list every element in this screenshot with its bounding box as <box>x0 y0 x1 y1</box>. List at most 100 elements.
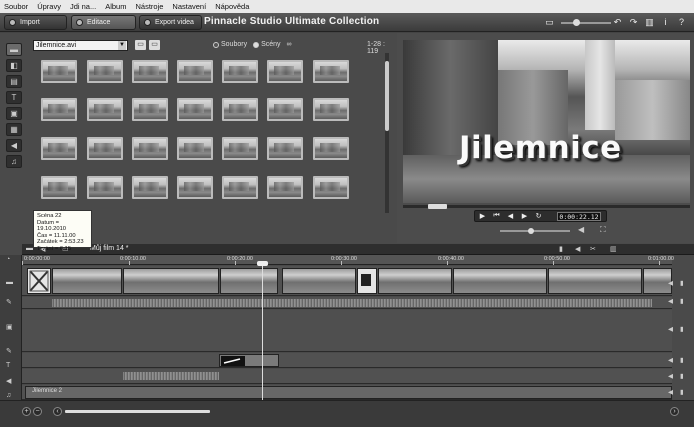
film-icon[interactable]: ▬ <box>26 245 33 252</box>
scene-thumbnail[interactable] <box>267 60 303 83</box>
open-folder-icon[interactable]: ▭ <box>135 40 146 50</box>
top-zoom-slider[interactable] <box>561 22 611 24</box>
music-icon[interactable]: ♫ <box>6 392 11 399</box>
scene-thumbnail[interactable] <box>132 137 168 160</box>
scroll-left-icon[interactable]: ‹ <box>53 407 62 416</box>
radio-soubory[interactable]: Soubory <box>213 41 247 48</box>
lock-icon[interactable]: ▬ <box>6 279 13 286</box>
video-clip[interactable] <box>453 268 547 294</box>
play-icon[interactable]: ▶ <box>478 212 487 220</box>
edit-icon[interactable]: ✎ <box>6 298 12 306</box>
tab-editace[interactable]: Editace <box>71 15 136 30</box>
volume-slider[interactable] <box>500 230 570 232</box>
scene-thumbnail[interactable] <box>267 176 303 199</box>
video-clip[interactable] <box>52 268 122 294</box>
undo-icon[interactable]: ↶ <box>612 17 623 28</box>
title-clip[interactable] <box>219 354 279 367</box>
timeline-scrollbar[interactable] <box>65 410 210 413</box>
scene-thumbnail[interactable] <box>313 137 349 160</box>
fullscreen-icon[interactable]: ⛶ <box>600 225 606 235</box>
scene-thumbnail[interactable] <box>222 176 258 199</box>
pen-icon[interactable]: ✎ <box>6 347 12 355</box>
library-scrollbar-thumb[interactable] <box>385 61 389 131</box>
scene-thumbnail[interactable] <box>313 176 349 199</box>
playhead-handle[interactable] <box>257 261 268 266</box>
loop-icon[interactable]: ↻ <box>534 212 543 220</box>
video-clip[interactable] <box>123 268 219 294</box>
menu-nastaveni[interactable]: Nastavení <box>172 2 206 11</box>
music-clip[interactable] <box>25 386 672 399</box>
scene-thumbnail[interactable] <box>87 176 123 199</box>
video-track[interactable] <box>22 266 672 296</box>
lock-icon[interactable]: ▮ <box>680 297 684 305</box>
speaker-icon[interactable]: ◀ <box>668 388 673 396</box>
scene-thumbnail[interactable] <box>132 176 168 199</box>
scene-thumbnail[interactable] <box>222 60 258 83</box>
zoom-in-icon[interactable]: + <box>22 407 31 416</box>
video-tool-icon[interactable]: ▬ <box>6 43 22 56</box>
tab-import[interactable]: Import <box>4 15 67 30</box>
trash-icon[interactable]: ▥ <box>610 245 617 253</box>
scene-thumbnail[interactable] <box>41 98 77 121</box>
scene-thumbnail[interactable] <box>132 60 168 83</box>
menu-tool-icon[interactable]: ▤ <box>6 75 22 88</box>
speaker-icon[interactable]: ◀ <box>6 377 11 385</box>
scene-thumbnail[interactable] <box>177 137 213 160</box>
transition-tool-icon[interactable]: ◧ <box>6 59 22 72</box>
scene-thumbnail[interactable] <box>267 98 303 121</box>
lock-icon[interactable]: ▮ <box>680 372 684 380</box>
scene-thumbnail[interactable] <box>132 98 168 121</box>
monitor-icon[interactable]: ▭ <box>544 17 555 28</box>
menu-jdi-na[interactable]: Jdi na... <box>70 2 96 11</box>
lock-icon[interactable]: ▮ <box>680 356 684 364</box>
scene-thumbnail[interactable] <box>87 98 123 121</box>
redo-icon[interactable]: ↷ <box>628 17 639 28</box>
skip-back-icon[interactable]: ⏮ <box>492 212 501 220</box>
timecode-display[interactable]: 0:00:22.12 <box>557 212 601 221</box>
lock-icon[interactable]: ▮ <box>680 279 684 287</box>
speaker-icon[interactable]: ◀ <box>668 279 673 287</box>
scene-thumbnail[interactable] <box>222 137 258 160</box>
scene-thumbnail[interactable] <box>267 137 303 160</box>
radio-sceny[interactable]: Scény <box>253 41 281 48</box>
speaker-icon[interactable]: ◀ <box>668 325 673 333</box>
folder-icon[interactable]: ▭ <box>149 40 160 50</box>
gear-icon[interactable]: ? <box>676 17 687 28</box>
lock-icon[interactable]: ▮ <box>680 325 684 333</box>
speaker-icon[interactable]: ◀ <box>668 372 673 380</box>
scene-thumbnail[interactable] <box>177 176 213 199</box>
menu-album[interactable]: Album <box>105 2 126 11</box>
music-track[interactable] <box>22 385 672 400</box>
playhead[interactable] <box>262 262 263 402</box>
lock-icon[interactable]: ▮ <box>680 388 684 396</box>
scroll-right-icon[interactable]: › <box>670 407 679 416</box>
marker-icon[interactable]: ▮ <box>559 245 563 253</box>
glasses-icon[interactable]: ∞ <box>287 41 292 48</box>
title-tool-icon[interactable]: T <box>6 91 22 104</box>
photo-tool-icon[interactable]: ▣ <box>6 107 22 120</box>
timeline-ruler[interactable]: 0:00:00:00 0:00:10.00 0:00:20.00 0:00:30… <box>22 255 674 265</box>
menu-napoveda[interactable]: Nápověda <box>215 2 249 11</box>
menu-upravy[interactable]: Úpravy <box>37 2 61 11</box>
scene-thumbnail[interactable] <box>41 60 77 83</box>
scene-thumbnail[interactable] <box>177 60 213 83</box>
scene-thumbnail[interactable] <box>222 98 258 121</box>
sound-tool-icon[interactable]: ◀ <box>6 139 22 152</box>
scene-thumbnail[interactable] <box>313 98 349 121</box>
music-tool-icon[interactable]: ♫ <box>6 155 22 168</box>
sound-track[interactable] <box>22 369 672 384</box>
clock-icon[interactable]: ◔ <box>6 256 10 263</box>
top-zoom-slider-knob[interactable] <box>573 19 580 26</box>
scene-thumbnail[interactable] <box>41 176 77 199</box>
scene-thumbnail[interactable] <box>313 60 349 83</box>
speaker-icon[interactable]: ◀ <box>668 297 673 305</box>
volume-slider-knob[interactable] <box>528 228 534 234</box>
scene-thumbnail[interactable] <box>87 137 123 160</box>
effect-tool-icon[interactable]: ▦ <box>6 123 22 136</box>
title-track-icon[interactable]: T <box>6 362 10 369</box>
video-clip[interactable] <box>282 268 356 294</box>
transition-clip[interactable] <box>357 268 377 294</box>
scene-thumbnail[interactable] <box>41 137 77 160</box>
step-forward-icon[interactable]: ▶ <box>520 212 529 220</box>
transition-clip[interactable] <box>27 268 51 294</box>
